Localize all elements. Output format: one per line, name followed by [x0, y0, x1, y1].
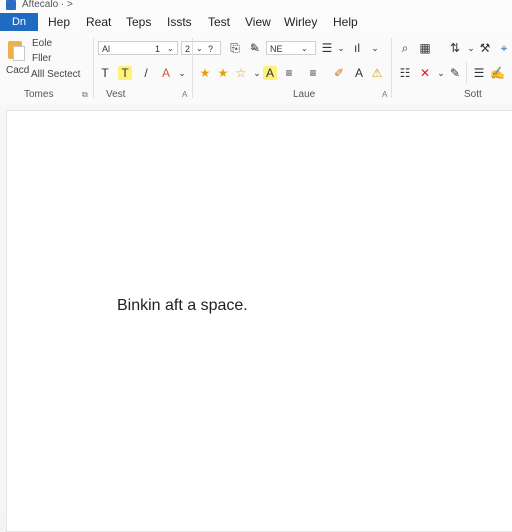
app-icon: [6, 0, 16, 10]
tab-file[interactable]: Dn: [0, 13, 38, 31]
ribbon: Eole Fller Cacd Alll Sectect Tomes ⧉ Al …: [0, 32, 512, 105]
font-launcher-icon[interactable]: A: [182, 90, 187, 99]
search-icon[interactable]: ⌕: [398, 41, 412, 55]
group-divider: [391, 38, 392, 98]
replace-icon[interactable]: ⇅: [448, 41, 462, 55]
pen-icon[interactable]: /: [139, 66, 153, 80]
paste-icon[interactable]: [8, 38, 25, 61]
chevron-down-icon[interactable]: ⌄: [368, 41, 382, 55]
numbered-list-icon[interactable]: ☷: [398, 66, 412, 80]
menu-bar: Dn Hep Reat Teps Issts Test View Wirley …: [0, 12, 512, 32]
eyedropper-icon[interactable]: ✍: [490, 66, 505, 80]
highlight-a-icon[interactable]: A: [263, 66, 277, 80]
tab-wirley[interactable]: Wirley: [284, 14, 317, 30]
table-icon[interactable]: ☰: [472, 66, 486, 80]
group-label-laue: Laue: [293, 89, 316, 100]
chevron-down-icon[interactable]: ⌄: [334, 41, 348, 55]
font-size-value: 1: [155, 44, 161, 54]
align-left-icon[interactable]: ≡: [282, 66, 296, 80]
font-color-icon[interactable]: A: [159, 66, 173, 80]
clipboard-label-3[interactable]: Cacd: [6, 65, 29, 76]
paragraph-launcher-icon[interactable]: A: [382, 90, 387, 99]
share-icon[interactable]: ⌖: [497, 41, 511, 55]
group-label-sott: Sott: [464, 89, 482, 100]
edit-pen-icon[interactable]: ✎: [248, 41, 262, 55]
chevron-down-icon[interactable]: ⌄: [175, 66, 189, 80]
style-value: NE: [270, 44, 283, 54]
font-name-dropdown[interactable]: Al 1 ⌄: [98, 41, 178, 55]
font-size-dropdown[interactable]: 2 ⌄ ?: [181, 41, 221, 55]
star-outline-icon[interactable]: ☆: [234, 66, 248, 80]
clipboard-label-2[interactable]: Fller: [32, 53, 51, 64]
tab-reat[interactable]: Reat: [86, 14, 111, 30]
clipboard-launcher-icon[interactable]: ⧉: [82, 90, 88, 100]
tab-issts[interactable]: Issts: [167, 14, 192, 30]
pencil-icon[interactable]: ✎: [448, 66, 462, 80]
format-painter-icon[interactable]: ⎘: [228, 41, 242, 55]
chevron-down-icon: ⌄: [196, 44, 203, 53]
highlight-t-icon[interactable]: T: [118, 66, 132, 80]
text-t-icon[interactable]: T: [98, 66, 112, 80]
grid-icon[interactable]: ▦: [418, 41, 432, 55]
text-a-icon[interactable]: A: [352, 66, 366, 80]
group-divider: [192, 38, 193, 98]
font-name-value: Al: [102, 44, 111, 54]
chevron-down-icon: ⌄: [301, 44, 308, 53]
tab-test[interactable]: Test: [208, 14, 230, 30]
title-bar: Aftecalo · >: [0, 0, 512, 12]
clipboard-label-4[interactable]: Alll Sectect: [31, 69, 80, 80]
chevron-down-icon: ⌄: [167, 44, 174, 53]
chart-icon[interactable]: ıl: [350, 41, 364, 55]
chevron-down-icon[interactable]: ⌄: [464, 41, 478, 55]
group-divider: [466, 62, 467, 84]
help-icon: ?: [208, 44, 214, 54]
list-icon[interactable]: ☰: [320, 41, 334, 55]
font-size-2-value: 2: [185, 44, 191, 54]
document-area: Binkin aft a space.: [0, 104, 512, 532]
document-page[interactable]: Binkin aft a space.: [6, 110, 512, 532]
clipboard-label-1[interactable]: Eole: [32, 38, 52, 49]
document-text[interactable]: Binkin aft a space.: [117, 297, 248, 315]
star-icon[interactable]: ★: [198, 66, 212, 80]
magic-wand-icon[interactable]: ⚒: [478, 41, 492, 55]
align-justify-icon[interactable]: ≡: [306, 66, 320, 80]
star-icon[interactable]: ★: [216, 66, 230, 80]
warning-icon[interactable]: ⚠: [370, 66, 384, 80]
tab-teps[interactable]: Teps: [126, 14, 151, 30]
tab-hep[interactable]: Hep: [48, 14, 70, 30]
tab-view[interactable]: View: [245, 14, 271, 30]
tab-help[interactable]: Help: [333, 14, 358, 30]
group-label-vest: Vest: [106, 89, 126, 100]
window-title: Aftecalo · >: [22, 0, 73, 10]
chevron-down-icon[interactable]: ⌄: [434, 66, 448, 80]
style-dropdown[interactable]: NE ⌄: [266, 41, 316, 55]
group-label-tomes: Tomes: [24, 89, 54, 100]
brush-icon[interactable]: ✐: [332, 66, 346, 80]
delete-icon[interactable]: ✕: [418, 66, 432, 80]
group-divider: [93, 38, 94, 98]
chevron-down-icon[interactable]: ⌄: [250, 66, 264, 80]
